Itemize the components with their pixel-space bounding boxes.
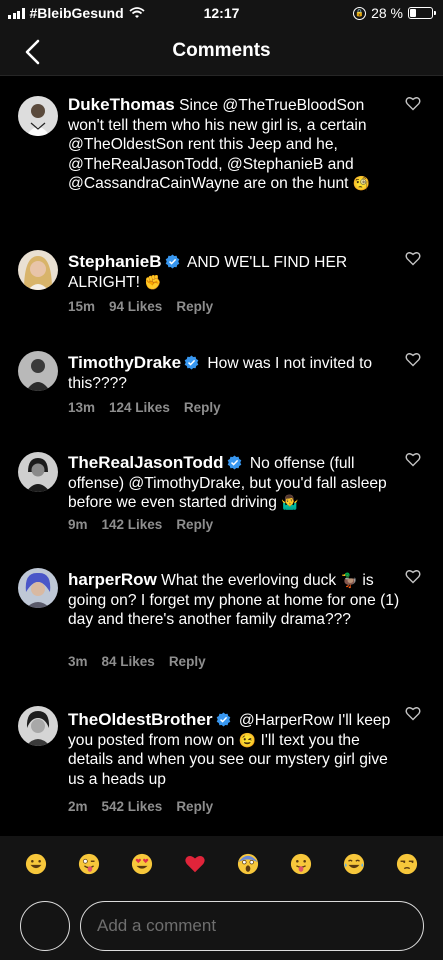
comment-text: DukeThomas Since @TheTrueBloodSon won't … xyxy=(68,95,404,194)
winking-tongue-emoji-button[interactable] xyxy=(74,849,104,879)
comment-meta: 15m 94 Likes Reply xyxy=(68,299,213,314)
status-right: 🔒 28 % xyxy=(353,5,436,21)
tears-of-joy-emoji-button[interactable] xyxy=(339,849,369,879)
comment-username[interactable]: DukeThomas xyxy=(68,95,175,114)
reply-button[interactable]: Reply xyxy=(184,400,221,415)
like-heart-icon[interactable] xyxy=(405,352,421,367)
comment-meta: 3m 84 Likes Reply xyxy=(68,654,206,669)
avatar-dukethomas[interactable] xyxy=(18,96,58,136)
reply-button[interactable]: Reply xyxy=(176,517,213,532)
avatar-therealjasontodd[interactable] xyxy=(18,452,58,492)
rotation-lock-icon: 🔒 xyxy=(353,6,367,20)
comment-likes[interactable]: 142 Likes xyxy=(102,517,163,532)
comment-text: TimothyDrake How was I not invited to th… xyxy=(68,353,404,393)
verified-badge-icon xyxy=(165,254,179,269)
comment-meta: 13m 124 Likes Reply xyxy=(68,400,221,415)
comment-message: What the everloving duck xyxy=(161,572,337,589)
avatar-theoldestbrother[interactable] xyxy=(18,706,58,746)
comment-text: TheRealJasonTodd No offense (full offens… xyxy=(68,453,404,513)
comment-meta: 9m 142 Likes Reply xyxy=(68,517,213,532)
screaming-face-emoji-button[interactable] xyxy=(233,849,263,879)
comment-username[interactable]: TimothyDrake xyxy=(68,353,181,372)
comment-username[interactable]: TheOldestBrother xyxy=(68,710,213,729)
verified-badge-icon xyxy=(184,355,199,370)
unamused-face-emoji-button[interactable] xyxy=(392,849,422,879)
comment-username[interactable]: StephanieB xyxy=(68,252,162,271)
raised-fist-emoji-icon: ✊ xyxy=(144,273,162,290)
verified-badge-icon xyxy=(227,455,241,470)
like-heart-icon[interactable] xyxy=(405,706,421,721)
comment-meta: 2m 542 Likes Reply xyxy=(68,799,213,814)
duck-emoji-icon: 🦆 xyxy=(340,572,359,588)
avatar-stephanieb[interactable] xyxy=(18,250,58,290)
tongue-out-emoji-button[interactable] xyxy=(286,849,316,879)
comment-text: StephanieB AND WE'LL FIND HER ALRIGHT! ✊ xyxy=(68,252,404,292)
like-heart-icon[interactable] xyxy=(405,569,421,584)
status-bar: #BleibGesund 12:17 🔒 28 % xyxy=(0,0,443,28)
comment-time: 13m xyxy=(68,400,96,415)
comment-likes[interactable]: 94 Likes xyxy=(109,299,162,314)
comment-likes[interactable]: 542 Likes xyxy=(102,799,163,814)
monocle-face-emoji-icon: 🧐 xyxy=(352,175,371,191)
heart-eyes-emoji-button[interactable] xyxy=(127,849,157,879)
battery-fill xyxy=(410,9,416,17)
comment-likes[interactable]: 84 Likes xyxy=(102,654,155,669)
reply-button[interactable]: Reply xyxy=(176,299,213,314)
comment-time: 9m xyxy=(68,517,88,532)
comment-text: harperRow What the everloving duck 🦆 is … xyxy=(68,570,404,630)
comment-likes[interactable]: 124 Likes xyxy=(109,400,170,415)
battery-percent: 28 % xyxy=(371,5,403,21)
like-heart-icon[interactable] xyxy=(405,251,421,266)
like-heart-icon[interactable] xyxy=(405,96,421,111)
winking-face-emoji-icon: 😉 xyxy=(238,731,257,748)
like-heart-icon[interactable] xyxy=(405,452,421,467)
verified-badge-icon xyxy=(216,712,230,727)
compose-bar xyxy=(0,892,443,960)
red-heart-emoji-button[interactable] xyxy=(180,849,210,879)
avatar-timothydrake[interactable] xyxy=(18,351,58,391)
comment-time: 15m xyxy=(68,299,96,314)
comment-username[interactable]: TheRealJasonTodd xyxy=(68,453,224,472)
shrug-emoji-icon: 🤷‍♂️ xyxy=(281,494,299,510)
battery-icon xyxy=(408,7,436,19)
quick-emoji-bar xyxy=(0,836,443,892)
add-comment-input[interactable] xyxy=(80,901,424,951)
avatar-harperrow[interactable] xyxy=(18,568,58,608)
current-user-avatar xyxy=(20,901,70,951)
comment-time: 3m xyxy=(68,654,88,669)
page-title: Comments xyxy=(172,40,271,61)
grinning-face-emoji-button[interactable] xyxy=(21,849,51,879)
comment-username[interactable]: harperRow xyxy=(68,570,157,589)
reply-button[interactable]: Reply xyxy=(169,654,206,669)
reply-button[interactable]: Reply xyxy=(176,799,213,814)
comment-text: TheOldestBrother @HarperRow I'll keep yo… xyxy=(68,710,404,789)
comment-time: 2m xyxy=(68,799,88,814)
header: Comments xyxy=(0,28,443,76)
